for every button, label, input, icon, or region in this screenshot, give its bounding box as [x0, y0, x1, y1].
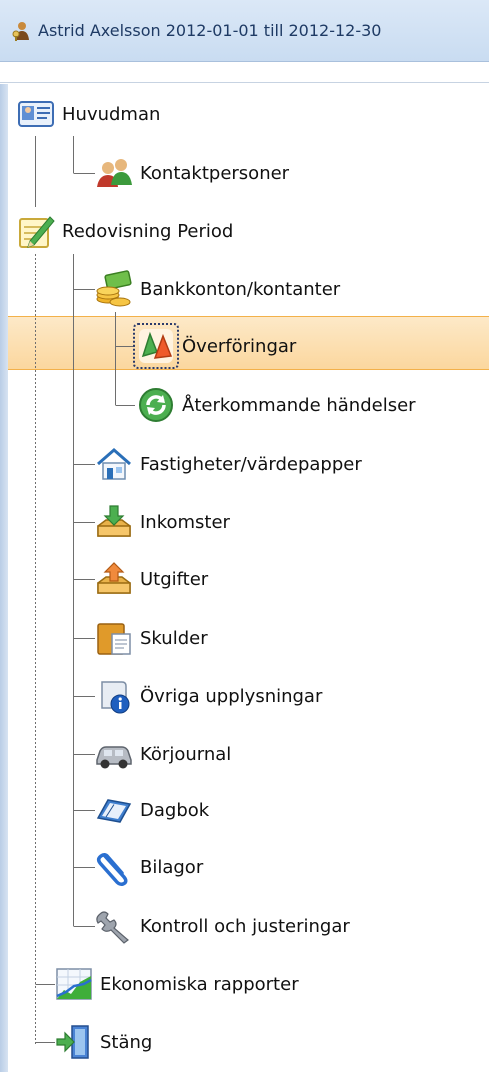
window-title: Astrid Axelsson 2012-01-01 till 2012-12-… — [38, 21, 382, 40]
tree-item-label: Redovisning Period — [62, 220, 234, 242]
user-key-icon — [12, 21, 29, 41]
tree-item-label: Huvudman — [62, 103, 161, 125]
car-icon — [96, 746, 132, 769]
exit-door-icon — [56, 1025, 89, 1059]
tree-item-overforingar[interactable]: Överföringar — [133, 321, 297, 371]
paperclip-icon — [96, 852, 128, 886]
notepad-pencil-icon — [19, 216, 55, 248]
house-icon — [97, 448, 131, 480]
tree-item-inkomster[interactable]: Inkomster — [94, 497, 230, 547]
folder-document-icon — [97, 623, 131, 655]
tree-item-label: Överföringar — [182, 335, 297, 357]
tree-item-label: Utgifter — [140, 568, 209, 590]
tree-item-label: Körjournal — [140, 743, 232, 765]
tree-item-stang[interactable]: Stäng — [54, 1017, 152, 1067]
id-card-icon — [18, 101, 54, 127]
tree-item-label: Återkommande händelser — [182, 394, 416, 416]
tree-item-bilagor[interactable]: Bilagor — [94, 842, 203, 892]
people-icon — [97, 159, 132, 187]
tree-item-korjournal[interactable]: Körjournal — [94, 729, 231, 779]
tree-item-ekonomiska-rapporter[interactable]: Ekonomiska rapporter — [54, 959, 299, 1009]
tree-item-bankkonton[interactable]: Bankkonton/kontanter — [94, 264, 340, 314]
tree-item-label: Inkomster — [140, 511, 230, 533]
tree-item-huvudman[interactable]: Huvudman — [16, 89, 160, 139]
tree-item-redovisning-period[interactable]: Redovisning Period — [16, 206, 233, 256]
scroll-info-icon — [101, 681, 130, 714]
outbox-up-icon — [97, 562, 131, 594]
tree-item-ovriga-upplysningar[interactable]: Övriga upplysningar — [94, 671, 322, 721]
tree-item-label: Övriga upplysningar — [140, 685, 323, 707]
tree-item-utgifter[interactable]: Utgifter — [94, 554, 208, 604]
tree-item-label: Kontroll och justeringar — [140, 915, 350, 937]
tree-item-label: Kontaktpersoner — [140, 162, 290, 184]
window-title-bar: Astrid Axelsson 2012-01-01 till 2012-12-… — [0, 0, 489, 62]
inbox-down-icon — [97, 505, 131, 537]
tree-item-label: Fastigheter/värdepapper — [140, 453, 362, 475]
book-icon — [96, 799, 132, 823]
tree-item-fastigheter[interactable]: Fastigheter/värdepapper — [94, 439, 362, 489]
tree-item-kontroll[interactable]: Kontroll och justeringar — [94, 901, 350, 951]
money-icon — [96, 270, 132, 307]
tree-item-label: Bilagor — [140, 856, 204, 878]
recurring-icon — [139, 388, 173, 422]
transfer-icon — [133, 323, 179, 369]
chart-icon — [56, 968, 92, 1000]
tree-item-skulder[interactable]: Skulder — [94, 613, 208, 663]
tree-item-kontaktpersoner[interactable]: Kontaktpersoner — [94, 148, 289, 198]
navigation-tree: Huvudman Kontaktpersoner Redovisning Per… — [0, 84, 489, 1072]
tree-item-label: Bankkonton/kontanter — [140, 278, 341, 300]
toolbar-strip — [0, 63, 489, 83]
tree-item-aterkommande[interactable]: Återkommande händelser — [136, 380, 416, 430]
tree-item-label: Skulder — [140, 627, 208, 649]
tree-item-dagbok[interactable]: Dagbok — [94, 785, 209, 835]
tree-item-label: Ekonomiska rapporter — [100, 973, 299, 995]
tree-item-label: Stäng — [100, 1031, 153, 1053]
tree-item-label: Dagbok — [140, 799, 210, 821]
wrench-icon — [96, 911, 129, 944]
